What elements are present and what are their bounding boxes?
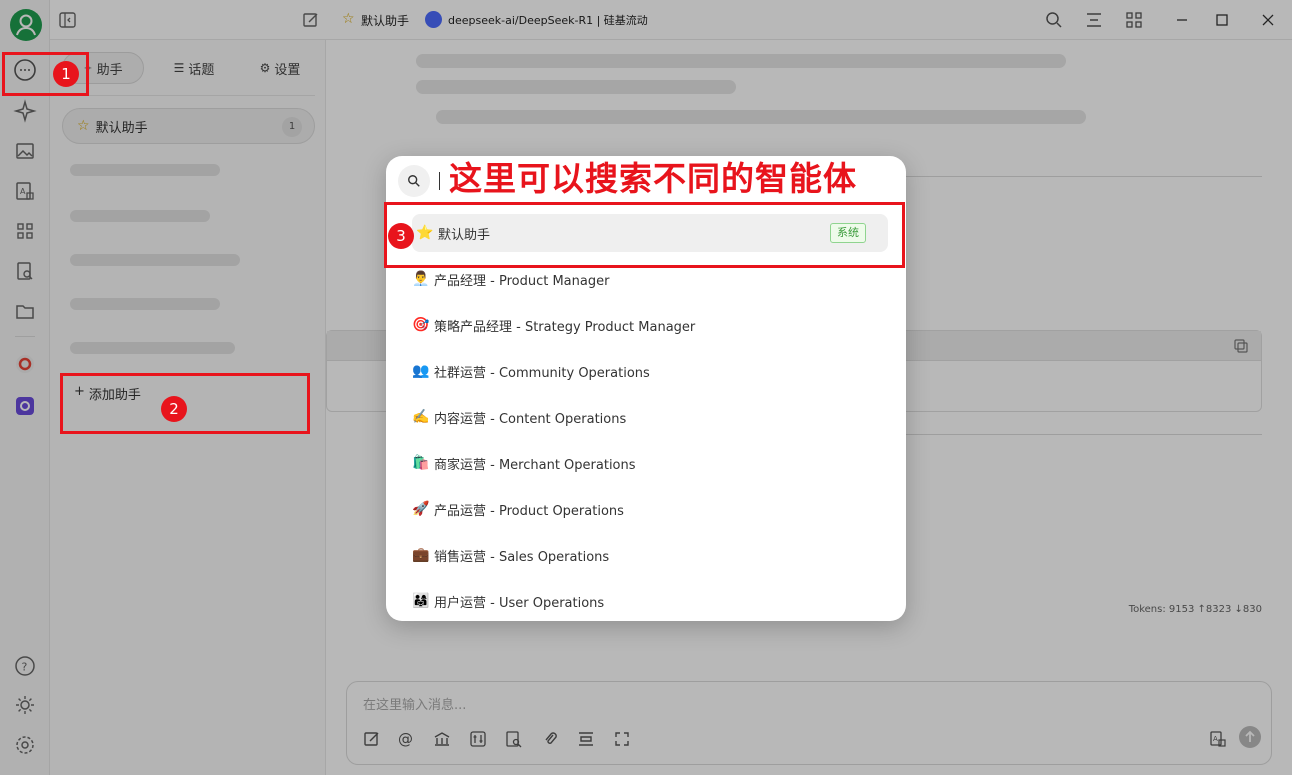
result-label: 销售运营 - Sales Operations xyxy=(434,549,610,565)
people-icon: 👥 xyxy=(412,363,430,379)
annotation-number-2: 2 xyxy=(161,396,187,422)
result-item[interactable]: 🎯 策略产品经理 - Strategy Product Manager xyxy=(412,306,888,344)
result-item[interactable]: 🛍️ 商家运营 - Merchant Operations xyxy=(412,444,888,482)
assistant-result-list: ⭐ 默认助手 系统 👨‍💼 产品经理 - Product Manager 🎯 策… xyxy=(386,214,906,621)
search-input[interactable] xyxy=(439,172,440,190)
result-item[interactable]: 💼 销售运营 - Sales Operations xyxy=(412,536,888,574)
shopping-bags-icon: 🛍️ xyxy=(412,455,430,471)
result-label: 策略产品经理 - Strategy Product Manager xyxy=(434,319,696,335)
result-label: 商家运营 - Merchant Operations xyxy=(434,457,636,473)
result-item[interactable]: 👥 社群运营 - Community Operations xyxy=(412,352,888,390)
briefcase-icon: 💼 xyxy=(412,547,430,563)
manager-icon: 👨‍💼 xyxy=(412,271,430,287)
result-item[interactable]: ✍️ 内容运营 - Content Operations xyxy=(412,398,888,436)
annotation-callout-text: 这里可以搜索不同的智能体 xyxy=(445,158,861,200)
annotation-number-3: 3 xyxy=(388,223,414,249)
rocket-icon: 🚀 xyxy=(412,501,430,517)
result-label: 内容运营 - Content Operations xyxy=(434,411,627,427)
result-label: 产品经理 - Product Manager xyxy=(434,273,610,289)
result-label: 社群运营 - Community Operations xyxy=(434,365,650,381)
writing-hand-icon: ✍️ xyxy=(412,409,430,425)
annotation-number-1: 1 xyxy=(53,61,79,87)
result-label: 用户运营 - User Operations xyxy=(434,595,605,611)
annotation-box-3 xyxy=(384,202,905,268)
result-item[interactable]: 🚀 产品运营 - Product Operations xyxy=(412,490,888,528)
search-icon xyxy=(398,165,430,197)
family-icon: 👨‍👩‍👧 xyxy=(412,593,430,609)
result-item[interactable]: 👨‍👩‍👧 用户运营 - User Operations xyxy=(412,582,888,620)
target-icon: 🎯 xyxy=(412,317,430,333)
result-label: 产品运营 - Product Operations xyxy=(434,503,624,519)
